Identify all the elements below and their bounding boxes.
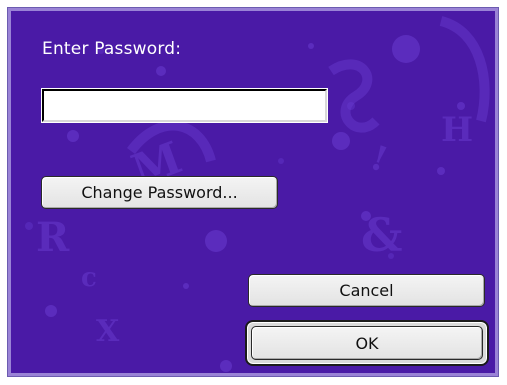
svg-text:&: & [361,208,403,262]
change-password-button[interactable]: Change Password... [41,176,278,209]
svg-text:H: H [441,110,473,150]
cancel-button[interactable]: Cancel [248,274,485,307]
svg-text:!: ! [365,138,393,181]
svg-text:c: c [81,263,97,293]
svg-text:R: R [36,214,70,261]
ok-button[interactable]: OK [251,326,483,360]
svg-text:X: X [96,314,120,349]
password-input[interactable] [41,88,328,123]
password-dialog-window: H M R X & ! c * Enter Password: Change P… [0,0,507,385]
enter-password-label: Enter Password: [42,39,182,59]
password-dialog: H M R X & ! c * Enter Password: Change P… [7,7,499,377]
